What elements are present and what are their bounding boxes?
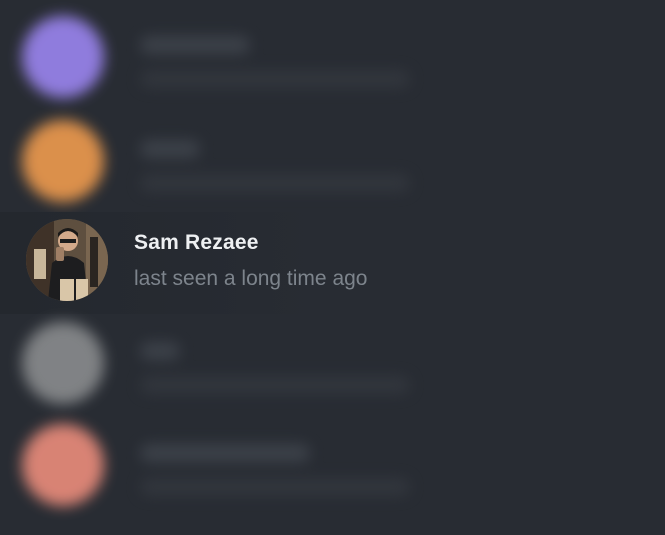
contact-list: Sam Rezaee last seen a long time ago (0, 0, 665, 535)
name-placeholder (140, 342, 180, 360)
contact-row-blurred[interactable] (0, 6, 665, 108)
avatar (22, 322, 104, 404)
avatar (22, 424, 104, 506)
contact-row-blurred[interactable] (0, 312, 665, 414)
avatar (22, 120, 104, 202)
contact-name: Sam Rezaee (134, 231, 259, 254)
contact-row-blurred[interactable] (0, 414, 665, 516)
status-placeholder (140, 478, 410, 496)
name-placeholder (140, 140, 200, 158)
avatar (26, 219, 108, 301)
avatar (22, 16, 104, 98)
avatar-photo-icon (26, 219, 108, 301)
contact-status: last seen a long time ago (134, 267, 368, 290)
status-placeholder (140, 70, 410, 88)
status-placeholder (140, 174, 410, 192)
status-placeholder (140, 376, 410, 394)
contact-row[interactable]: Sam Rezaee last seen a long time ago (0, 212, 665, 314)
contact-row-blurred[interactable] (0, 110, 665, 212)
name-placeholder (140, 36, 250, 54)
name-placeholder (140, 444, 310, 462)
